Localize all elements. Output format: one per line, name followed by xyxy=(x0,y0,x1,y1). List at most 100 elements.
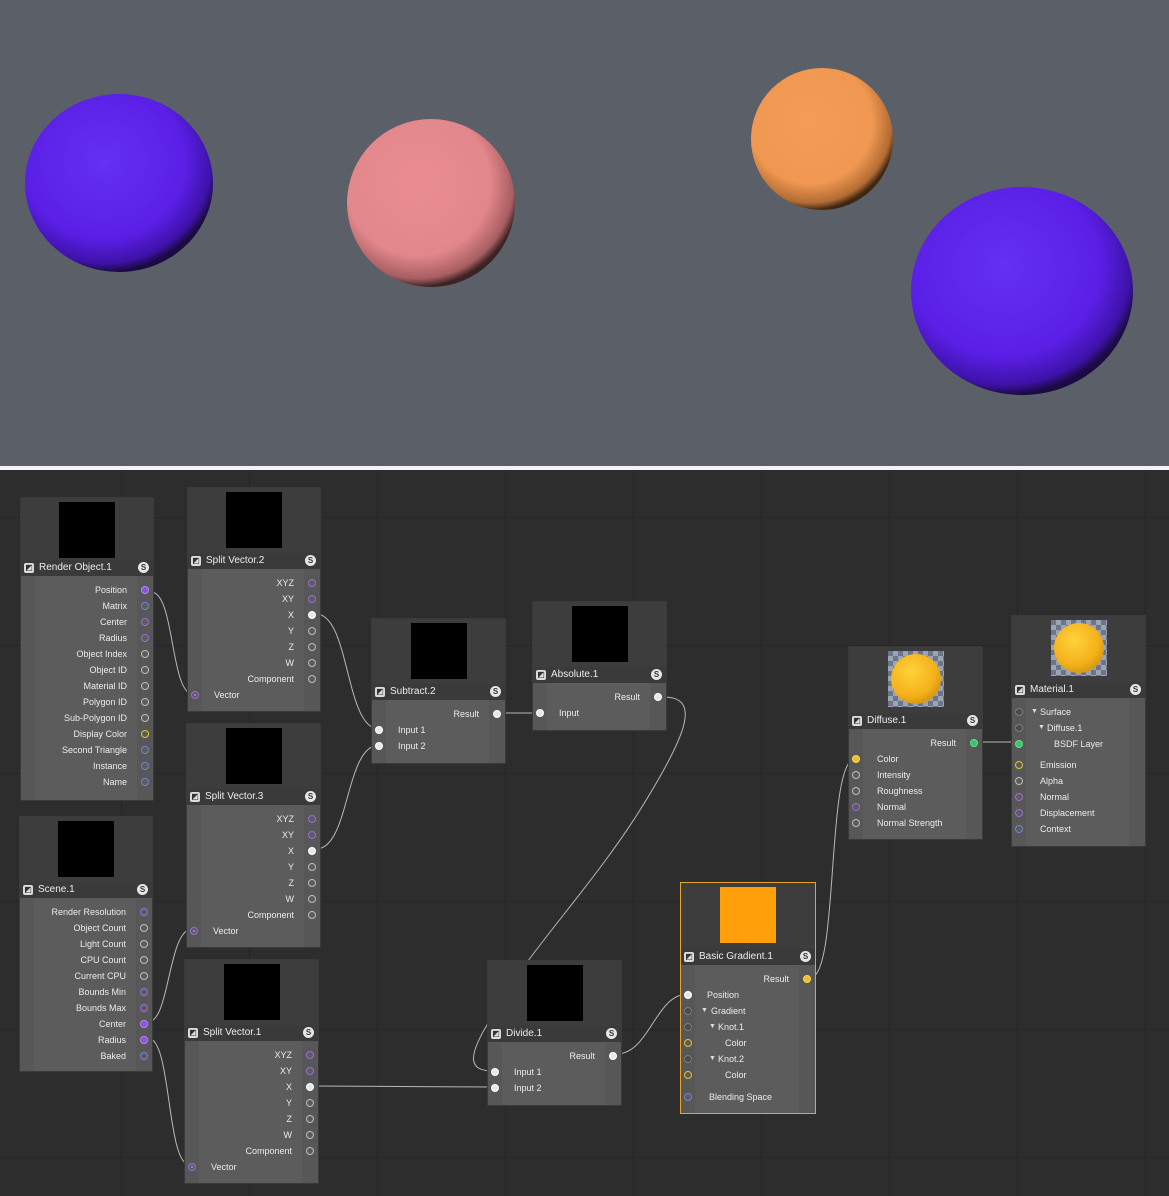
node-header[interactable]: ◩ Render Object.1 S xyxy=(21,560,153,576)
port-material-id[interactable]: Material ID xyxy=(21,678,153,694)
port-component[interactable]: Component xyxy=(187,907,320,923)
port-w[interactable]: W xyxy=(185,1127,318,1143)
port-input-1[interactable]: Input 1 xyxy=(372,722,505,738)
s-badge-icon[interactable]: S xyxy=(606,1028,617,1039)
port-x[interactable]: X xyxy=(185,1079,318,1095)
port-intensity[interactable]: Intensity xyxy=(849,767,982,783)
port-xyz[interactable]: XYZ xyxy=(188,575,320,591)
port-blending-space[interactable]: Blending Space xyxy=(681,1089,815,1105)
port-gradient[interactable]: ▼ Gradient xyxy=(681,1003,815,1019)
port-object-count[interactable]: Object Count xyxy=(20,920,152,936)
port-xy[interactable]: XY xyxy=(185,1063,318,1079)
port-result[interactable]: Result xyxy=(372,706,505,722)
s-badge-icon[interactable]: S xyxy=(138,562,149,573)
port-x[interactable]: X xyxy=(187,843,320,859)
port-y[interactable]: Y xyxy=(187,859,320,875)
port-light-count[interactable]: Light Count xyxy=(20,936,152,952)
port-normal-strength[interactable]: Normal Strength xyxy=(849,815,982,831)
port-xyz[interactable]: XYZ xyxy=(187,811,320,827)
port-result[interactable]: Result xyxy=(681,971,815,987)
s-badge-icon[interactable]: S xyxy=(305,791,316,802)
port-input-1[interactable]: Input 1 xyxy=(488,1064,621,1080)
port-vector-input[interactable]: Vector xyxy=(185,1159,318,1175)
node-split-vector-3[interactable]: ◩ Split Vector.3 S XYZ XY X Y Z W Compon… xyxy=(186,723,321,948)
port-bounds-max[interactable]: Bounds Max xyxy=(20,1000,152,1016)
port-matrix[interactable]: Matrix xyxy=(21,598,153,614)
port-displacement[interactable]: Displacement xyxy=(1012,805,1145,821)
s-badge-icon[interactable]: S xyxy=(800,951,811,962)
sphere-blue-right[interactable] xyxy=(911,187,1133,395)
port-vector-input[interactable]: Vector xyxy=(187,923,320,939)
port-xyz[interactable]: XYZ xyxy=(185,1047,318,1063)
port-z[interactable]: Z xyxy=(188,639,320,655)
caret-down-icon[interactable]: ▼ xyxy=(1031,704,1038,720)
port-emission[interactable]: Emission xyxy=(1012,757,1145,773)
caret-down-icon[interactable]: ▼ xyxy=(709,1019,716,1035)
node-split-vector-2[interactable]: ◩ Split Vector.2 S XYZ XY X Y Z W Compon… xyxy=(187,487,321,712)
port-vector-input[interactable]: Vector xyxy=(188,687,320,703)
node-header[interactable]: ◩ Material.1 S xyxy=(1012,682,1145,698)
port-instance[interactable]: Instance xyxy=(21,758,153,774)
node-render-object[interactable]: ◩ Render Object.1 S Position Matrix Cent… xyxy=(20,497,154,801)
port-bsdf-layer[interactable]: BSDF Layer xyxy=(1012,736,1145,752)
node-header[interactable]: ◩ Subtract.2 S xyxy=(372,684,505,700)
node-material[interactable]: ◩ Material.1 S ▼ Surface ▼ Diffuse.1 BSDF … xyxy=(1011,615,1146,847)
port-position[interactable]: Position xyxy=(681,987,815,1003)
node-absolute[interactable]: ◩ Absolute.1 S Result Input xyxy=(532,601,667,731)
port-baked[interactable]: Baked xyxy=(20,1048,152,1064)
node-scene[interactable]: ◩ Scene.1 S Render Resolution Object Cou… xyxy=(19,816,153,1072)
port-alpha[interactable]: Alpha xyxy=(1012,773,1145,789)
node-header[interactable]: ◩ Diffuse.1 S xyxy=(849,713,982,729)
port-object-index[interactable]: Object Index xyxy=(21,646,153,662)
port-object-id[interactable]: Object ID xyxy=(21,662,153,678)
port-component[interactable]: Component xyxy=(185,1143,318,1159)
port-normal[interactable]: Normal xyxy=(849,799,982,815)
node-header[interactable]: ◩ Split Vector.1 S xyxy=(185,1025,318,1041)
node-header[interactable]: ◩ Absolute.1 S xyxy=(533,667,666,683)
port-radius[interactable]: Radius xyxy=(21,630,153,646)
port-diffuse-layer[interactable]: ▼ Diffuse.1 xyxy=(1012,720,1145,736)
port-center[interactable]: Center xyxy=(21,614,153,630)
node-diffuse[interactable]: ◩ Diffuse.1 S Result Color Intensity Rou… xyxy=(848,646,983,840)
port-name[interactable]: Name xyxy=(21,774,153,790)
port-center[interactable]: Center xyxy=(20,1016,152,1032)
port-result[interactable]: Result xyxy=(488,1048,621,1064)
s-badge-icon[interactable]: S xyxy=(137,884,148,895)
port-knot-1[interactable]: ▼ Knot.1 xyxy=(681,1019,815,1035)
node-header[interactable]: ◩ Divide.1 S xyxy=(488,1026,621,1042)
render-viewport[interactable] xyxy=(0,0,1169,466)
port-input[interactable]: Input xyxy=(533,705,666,721)
node-subtract[interactable]: ◩ Subtract.2 S Result Input 1 Input 2 xyxy=(371,618,506,764)
s-badge-icon[interactable]: S xyxy=(490,686,501,697)
s-badge-icon[interactable]: S xyxy=(1130,684,1141,695)
port-z[interactable]: Z xyxy=(185,1111,318,1127)
port-result[interactable]: Result xyxy=(533,689,666,705)
port-display-color[interactable]: Display Color xyxy=(21,726,153,742)
s-badge-icon[interactable]: S xyxy=(651,669,662,680)
port-second-triangle[interactable]: Second Triangle xyxy=(21,742,153,758)
port-input-2[interactable]: Input 2 xyxy=(488,1080,621,1096)
node-header[interactable]: ◩ Basic Gradient.1 S xyxy=(681,949,815,965)
port-w[interactable]: W xyxy=(188,655,320,671)
port-current-cpu[interactable]: Current CPU xyxy=(20,968,152,984)
port-component[interactable]: Component xyxy=(188,671,320,687)
port-cpu-count[interactable]: CPU Count xyxy=(20,952,152,968)
port-polygon-id[interactable]: Polygon ID xyxy=(21,694,153,710)
port-context[interactable]: Context xyxy=(1012,821,1145,837)
node-basic-gradient[interactable]: ◩ Basic Gradient.1 S Result Position ▼ Gr… xyxy=(680,882,816,1114)
node-header[interactable]: ◩ Split Vector.3 S xyxy=(187,789,320,805)
s-badge-icon[interactable]: S xyxy=(967,715,978,726)
caret-down-icon[interactable]: ▼ xyxy=(1038,720,1045,736)
port-x[interactable]: X xyxy=(188,607,320,623)
port-xy[interactable]: XY xyxy=(187,827,320,843)
port-roughness[interactable]: Roughness xyxy=(849,783,982,799)
node-split-vector-1[interactable]: ◩ Split Vector.1 S XYZ XY X Y Z W Compon… xyxy=(184,959,319,1184)
s-badge-icon[interactable]: S xyxy=(305,555,316,566)
port-normal[interactable]: Normal xyxy=(1012,789,1145,805)
node-header[interactable]: ◩ Split Vector.2 S xyxy=(188,553,320,569)
node-divide[interactable]: ◩ Divide.1 S Result Input 1 Input 2 xyxy=(487,960,622,1106)
port-xy[interactable]: XY xyxy=(188,591,320,607)
sphere-orange[interactable] xyxy=(751,68,893,210)
port-radius[interactable]: Radius xyxy=(20,1032,152,1048)
port-y[interactable]: Y xyxy=(185,1095,318,1111)
